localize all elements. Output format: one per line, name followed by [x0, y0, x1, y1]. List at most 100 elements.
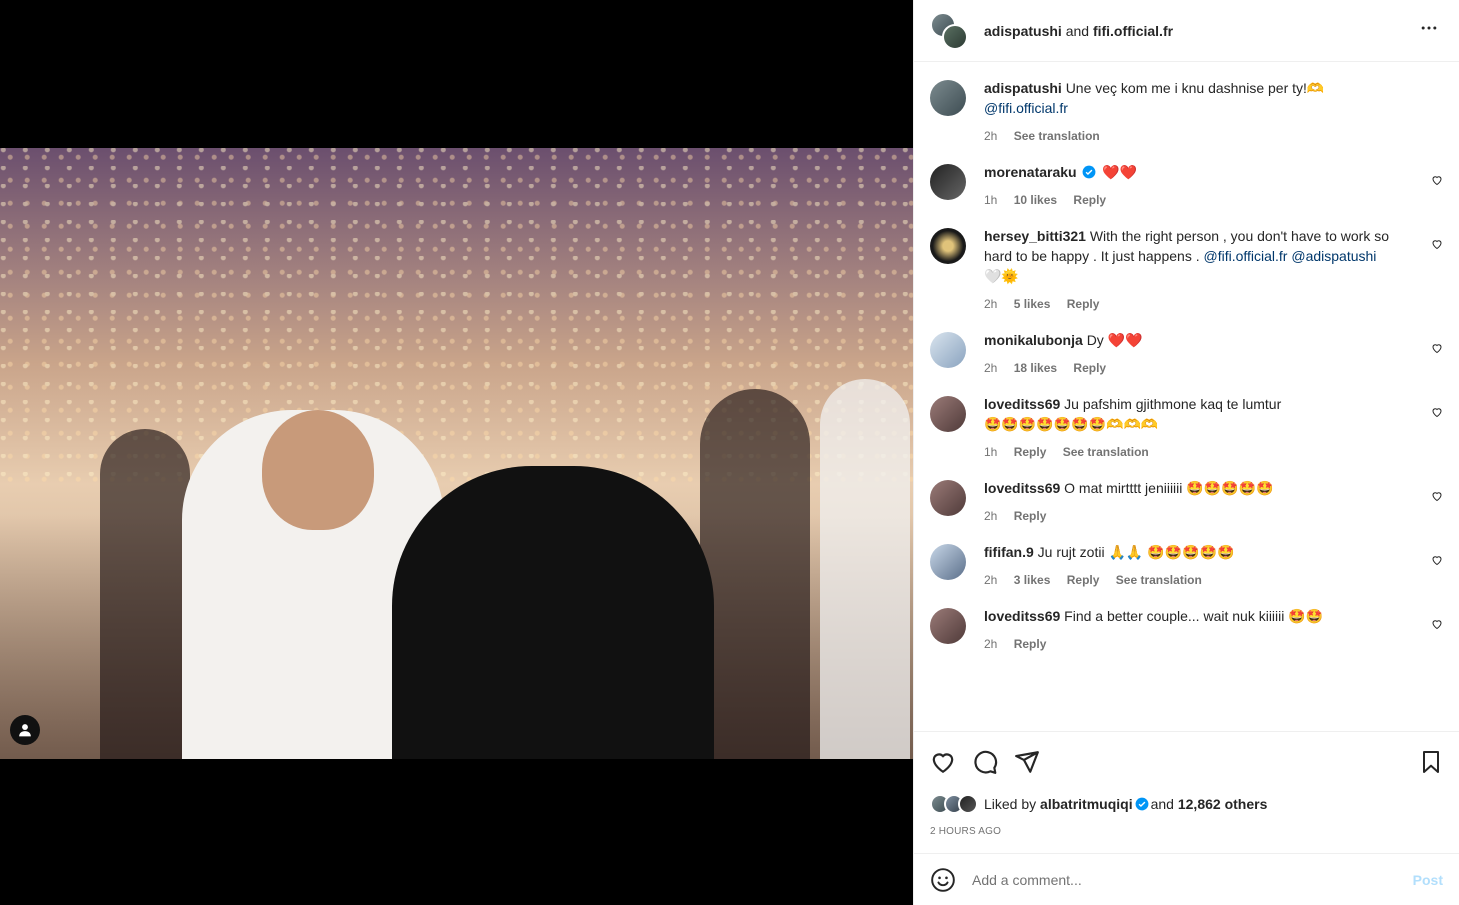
avatar[interactable] — [930, 608, 966, 644]
comment-text: Dy — [1086, 332, 1104, 348]
reply-button[interactable]: Reply — [1073, 193, 1106, 207]
avatar[interactable] — [930, 80, 966, 116]
reply-button[interactable]: Reply — [1014, 509, 1047, 523]
reply-button[interactable]: Reply — [1073, 361, 1106, 375]
comment-user[interactable]: loveditss69 — [984, 396, 1060, 412]
photo-guest — [820, 379, 910, 759]
comment-text: Find a better couple... wait nuk kiiiiii — [1064, 608, 1285, 624]
comment-meta: 2h See translation — [984, 126, 1415, 146]
avatar[interactable] — [930, 396, 966, 432]
caption: adispatushi Une veç kom me i knu dashnis… — [930, 78, 1443, 146]
comment-icon[interactable] — [972, 749, 998, 775]
heart-icon[interactable] — [1431, 554, 1443, 566]
liker-avatars — [930, 794, 978, 814]
post-timestamp: 2 HOURS AGO — [930, 826, 1002, 837]
comment-user[interactable]: loveditss69 — [984, 480, 1060, 496]
likes-joiner: and — [1150, 796, 1174, 812]
comment-meta: 2h Reply — [984, 634, 1415, 654]
person-icon — [19, 724, 31, 737]
likes-summary: Liked by albatritmuqiqi and 12,862 other… — [930, 794, 1443, 814]
heart-icon[interactable] — [1431, 618, 1443, 630]
comment-meta: 2h 18 likes Reply — [984, 358, 1415, 378]
comment-emoji: ❤️❤️ — [1107, 332, 1143, 348]
post-media — [0, 0, 913, 905]
avatar — [942, 23, 968, 50]
comment-user[interactable]: morenataraku — [984, 164, 1077, 180]
liker-user-link[interactable]: albatritmuqiqi — [1040, 796, 1133, 812]
verified-badge-icon — [1083, 165, 1096, 179]
see-translation-button[interactable]: See translation — [1116, 573, 1202, 587]
comment: fififan.9 Ju rujt zotii 🙏🙏 🤩🤩🤩🤩🤩 2h 3 li… — [930, 542, 1443, 590]
comment-user[interactable]: loveditss69 — [984, 608, 1060, 624]
post-header: adispatushi and fifi.official.fr — [914, 0, 1459, 62]
reply-button[interactable]: Reply — [1014, 637, 1047, 651]
comment-meta: 1h 10 likes Reply — [984, 190, 1415, 210]
comment-meta: 2h 5 likes Reply — [984, 294, 1415, 314]
bookmark-icon[interactable] — [1419, 749, 1443, 775]
comment-meta: 2h 3 likes Reply See translation — [984, 570, 1415, 590]
collab-avatars[interactable] — [930, 11, 968, 50]
collab-names: adispatushi and fifi.official.fr — [984, 23, 1173, 39]
comment-emoji: 🤩🤩🤩🤩🤩🤩🤩🫶🫶🫶 — [984, 416, 1159, 432]
see-translation-button[interactable]: See translation — [1063, 445, 1149, 459]
post-comment-button[interactable]: Post — [1413, 872, 1443, 888]
heart-icon[interactable] — [1431, 490, 1443, 502]
mention-link[interactable]: @adispatushi — [1291, 248, 1376, 264]
emoji-smile-icon[interactable] — [930, 867, 956, 893]
post-photo[interactable] — [0, 148, 913, 759]
heart-icon[interactable] — [1431, 342, 1443, 354]
avatar[interactable] — [930, 480, 966, 516]
heart-icon[interactable] — [930, 749, 956, 775]
reply-button[interactable]: Reply — [1014, 445, 1047, 459]
comment-text: Ju pafshim gjithmone kaq te lumtur — [1064, 396, 1282, 412]
comment: monikalubonja Dy ❤️❤️ 2h 18 likes Reply — [930, 330, 1443, 378]
avatar[interactable] — [930, 332, 966, 368]
caption-text: Une veç kom me i knu dashnise per ty! — [1065, 80, 1307, 96]
comment-likes-count[interactable]: 3 likes — [1014, 573, 1051, 587]
comment: morenataraku ❤️❤️ 1h 10 likes Reply — [930, 162, 1443, 210]
header-user-link[interactable]: fifi.official.fr — [1093, 23, 1173, 39]
heart-icon[interactable] — [1431, 174, 1443, 186]
caption-emoji: 🫶 — [1306, 80, 1325, 96]
comment-user[interactable]: monikalubonja — [984, 332, 1083, 348]
see-translation-button[interactable]: See translation — [1014, 129, 1100, 143]
comment-time: 2h — [984, 509, 998, 523]
comment-time: 2h — [984, 129, 998, 143]
photo-guest — [100, 429, 190, 759]
comment-time: 1h — [984, 193, 998, 207]
comments-list[interactable]: adispatushi Une veç kom me i knu dashnis… — [914, 62, 1459, 731]
heart-icon[interactable] — [1431, 406, 1443, 418]
avatar[interactable] — [930, 164, 966, 200]
comment-emoji: 🙏🙏 🤩🤩🤩🤩🤩 — [1108, 544, 1235, 560]
comment-text: Ju rujt zotii — [1037, 544, 1105, 560]
comment-emoji: 🤩🤩🤩🤩🤩 — [1186, 480, 1274, 496]
comment-user[interactable]: fififan.9 — [984, 544, 1034, 560]
mention-link[interactable]: @fifi.official.fr — [984, 100, 1068, 116]
more-horizontal-icon[interactable] — [1415, 14, 1443, 48]
comment-user[interactable]: hersey_bitti321 — [984, 228, 1086, 244]
avatar[interactable] — [930, 544, 966, 580]
mention-link[interactable]: @fifi.official.fr — [1203, 248, 1287, 264]
action-icons — [930, 746, 1443, 778]
reply-button[interactable]: Reply — [1067, 573, 1100, 587]
comment-likes-count[interactable]: 18 likes — [1014, 361, 1057, 375]
heart-icon[interactable] — [1431, 238, 1443, 250]
header-user-link[interactable]: adispatushi — [984, 23, 1062, 39]
comment-time: 2h — [984, 573, 998, 587]
avatar — [958, 794, 978, 814]
photo-woman — [392, 466, 714, 759]
header-joiner: and — [1065, 22, 1090, 39]
comment-user[interactable]: adispatushi — [984, 80, 1062, 96]
likes-prefix: Liked by — [984, 796, 1037, 812]
reply-button[interactable]: Reply — [1067, 297, 1100, 311]
avatar[interactable] — [930, 228, 966, 264]
comment-time: 2h — [984, 361, 998, 375]
tagged-users-button[interactable] — [10, 715, 40, 745]
comment-emoji: 🤍🌞 — [984, 268, 1019, 284]
likes-others-link[interactable]: 12,862 others — [1178, 796, 1268, 812]
comment-likes-count[interactable]: 5 likes — [1014, 297, 1051, 311]
comment-likes-count[interactable]: 10 likes — [1014, 193, 1057, 207]
share-icon[interactable] — [1014, 749, 1040, 775]
photo-guest — [700, 389, 810, 759]
comment-input[interactable] — [972, 871, 1413, 888]
